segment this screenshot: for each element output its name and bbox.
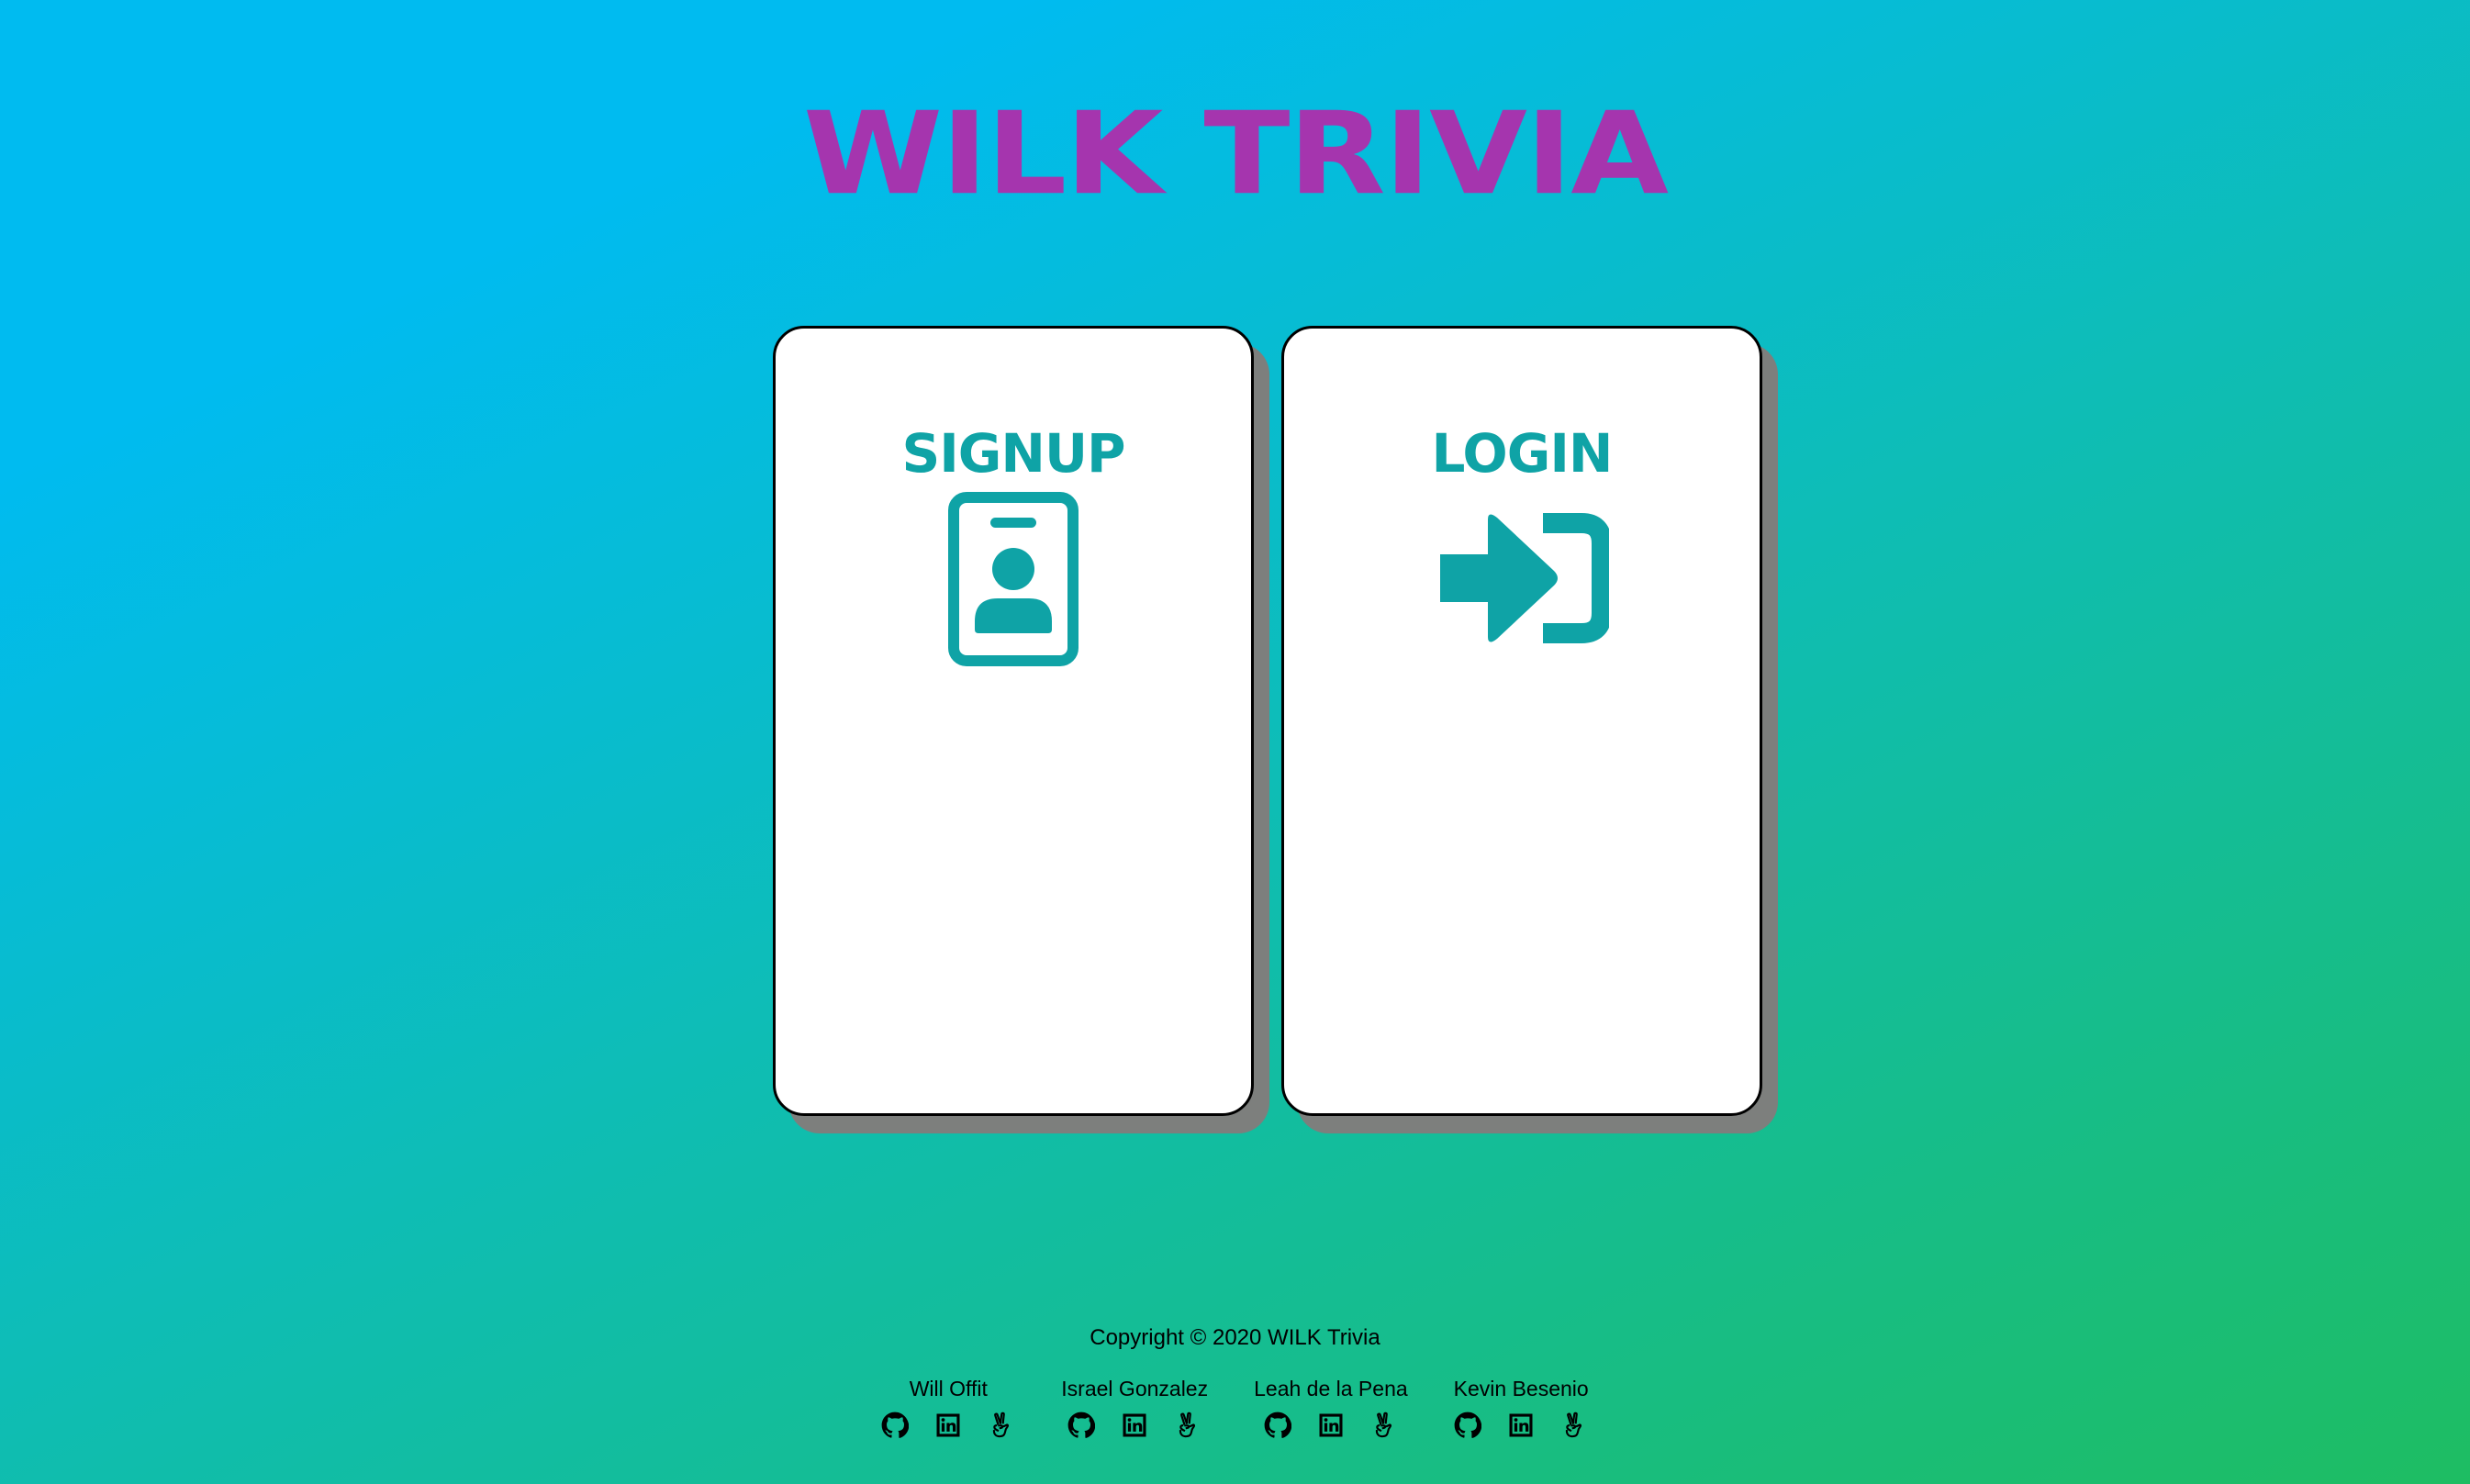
member-links [1264,1411,1398,1439]
team-member: Kevin Besenio [1454,1375,1589,1439]
team-member: Israel Gonzalez [1061,1375,1208,1439]
linkedin-icon[interactable] [1317,1411,1345,1439]
member-name: Israel Gonzalez [1061,1377,1209,1400]
linkedin-icon[interactable] [1507,1411,1535,1439]
page-title: WILK TRIVIA [802,87,1669,220]
signup-card-title: Signup [901,422,1125,485]
angellist-icon[interactable] [1174,1411,1201,1439]
angellist-icon[interactable] [988,1411,1015,1439]
team-members: Will Offit Israel Gonzalez Leah de la Pe… [0,1375,2470,1439]
member-name: Will Offit [909,1377,988,1400]
signup-card[interactable]: Signup [773,326,1254,1116]
sign-in-arrow-icon [1284,512,1760,649]
team-member: Leah de la Pena [1254,1375,1408,1439]
linkedin-icon[interactable] [934,1411,962,1439]
member-links [881,1411,1015,1439]
angellist-icon[interactable] [1370,1411,1398,1439]
github-icon[interactable] [1454,1411,1482,1439]
github-icon[interactable] [1264,1411,1291,1439]
login-card-title: Login [1431,422,1614,485]
angellist-icon[interactable] [1560,1411,1588,1439]
linkedin-icon[interactable] [1121,1411,1148,1439]
github-icon[interactable] [881,1411,910,1439]
team-member: Will Offit [881,1375,1015,1439]
member-name: Leah de la Pena [1254,1377,1408,1400]
github-icon[interactable] [1067,1411,1096,1439]
copyright-text: Copyright © 2020 WILK Trivia [1090,1325,1380,1350]
member-links [1454,1411,1588,1439]
member-name: Kevin Besenio [1453,1377,1589,1400]
login-card[interactable]: Login [1281,326,1762,1116]
member-links [1067,1411,1201,1439]
id-badge-icon [776,492,1251,671]
